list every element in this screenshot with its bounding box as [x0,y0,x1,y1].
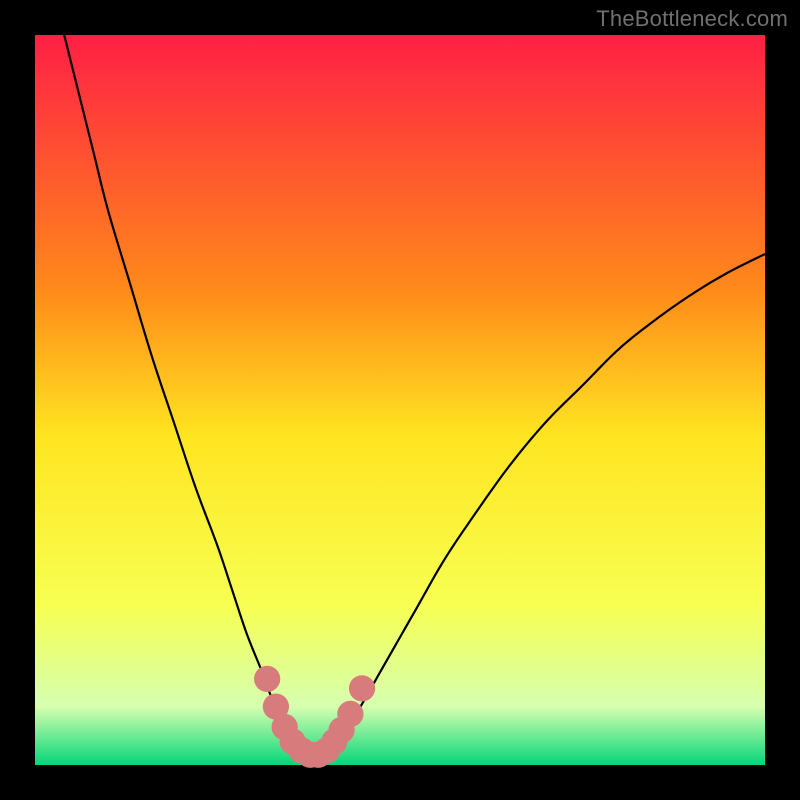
highlight-marker [254,666,280,692]
watermark-text: TheBottleneck.com [596,6,788,32]
chart-frame: TheBottleneck.com [0,0,800,800]
plot-area [35,35,765,765]
highlight-marker [349,675,375,701]
bottleneck-chart [0,0,800,800]
highlight-marker [337,701,363,727]
